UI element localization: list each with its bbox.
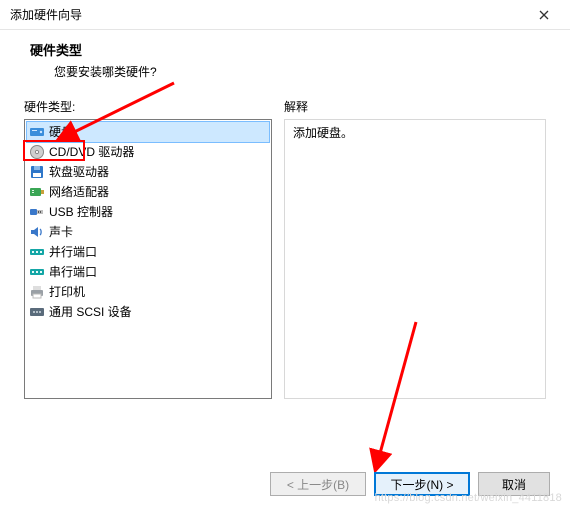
list-item-label: 硬盘	[49, 123, 73, 141]
scsi-icon	[29, 304, 45, 320]
list-item-label: 通用 SCSI 设备	[49, 303, 132, 321]
list-item[interactable]: 并行端口	[27, 242, 269, 262]
watermark-text: https://blog.csdn.net/weixin_4411818	[375, 492, 562, 504]
explanation-box: 添加硬盘。	[284, 119, 546, 399]
nic-icon	[29, 184, 45, 200]
port-icon	[29, 244, 45, 260]
port-icon	[29, 264, 45, 280]
sound-icon	[29, 224, 45, 240]
list-item-label: USB 控制器	[49, 203, 113, 221]
list-item-label: 软盘驱动器	[49, 163, 109, 181]
hardware-type-list[interactable]: 硬盘 CD/DVD 驱动器软盘驱动器网络适配器 USB 控制器声卡并行端口串行端口打…	[24, 119, 272, 399]
page-heading: 硬件类型	[30, 40, 550, 59]
list-item[interactable]: 声卡	[27, 222, 269, 242]
list-item[interactable]: 硬盘	[27, 122, 269, 142]
hardware-type-label: 硬件类型:	[24, 98, 272, 115]
usb-icon	[29, 204, 45, 220]
list-item-label: 串行端口	[49, 263, 97, 281]
explanation-section: 解释 添加硬盘。	[284, 98, 546, 399]
window-title: 添加硬件向导	[10, 6, 82, 23]
list-item[interactable]: USB 控制器	[27, 202, 269, 222]
list-item-label: 打印机	[49, 283, 85, 301]
titlebar: 添加硬件向导	[0, 0, 570, 30]
list-item-label: 并行端口	[49, 243, 97, 261]
list-item[interactable]: 打印机	[27, 282, 269, 302]
hdd-icon	[29, 124, 45, 140]
back-button[interactable]: < 上一步(B)	[270, 472, 366, 496]
disc-icon	[29, 144, 45, 160]
list-item[interactable]: CD/DVD 驱动器	[27, 142, 269, 162]
page-subheading: 您要安装哪类硬件?	[30, 63, 550, 80]
explanation-text: 添加硬盘。	[293, 126, 353, 140]
hardware-type-section: 硬件类型: 硬盘 CD/DVD 驱动器软盘驱动器网络适配器 USB 控制器声卡并行端…	[24, 98, 272, 399]
floppy-icon	[29, 164, 45, 180]
list-item-label: 声卡	[49, 223, 73, 241]
list-item[interactable]: 网络适配器	[27, 182, 269, 202]
wizard-header: 硬件类型 您要安装哪类硬件?	[0, 30, 570, 98]
explanation-label: 解释	[284, 98, 546, 115]
close-button[interactable]	[524, 1, 564, 29]
list-item[interactable]: 串行端口	[27, 262, 269, 282]
list-item-label: CD/DVD 驱动器	[49, 143, 134, 161]
close-icon	[539, 7, 549, 23]
printer-icon	[29, 284, 45, 300]
list-item[interactable]: 通用 SCSI 设备	[27, 302, 269, 322]
list-item[interactable]: 软盘驱动器	[27, 162, 269, 182]
wizard-body: 硬件类型: 硬盘 CD/DVD 驱动器软盘驱动器网络适配器 USB 控制器声卡并行端…	[0, 98, 570, 399]
list-item-label: 网络适配器	[49, 183, 109, 201]
